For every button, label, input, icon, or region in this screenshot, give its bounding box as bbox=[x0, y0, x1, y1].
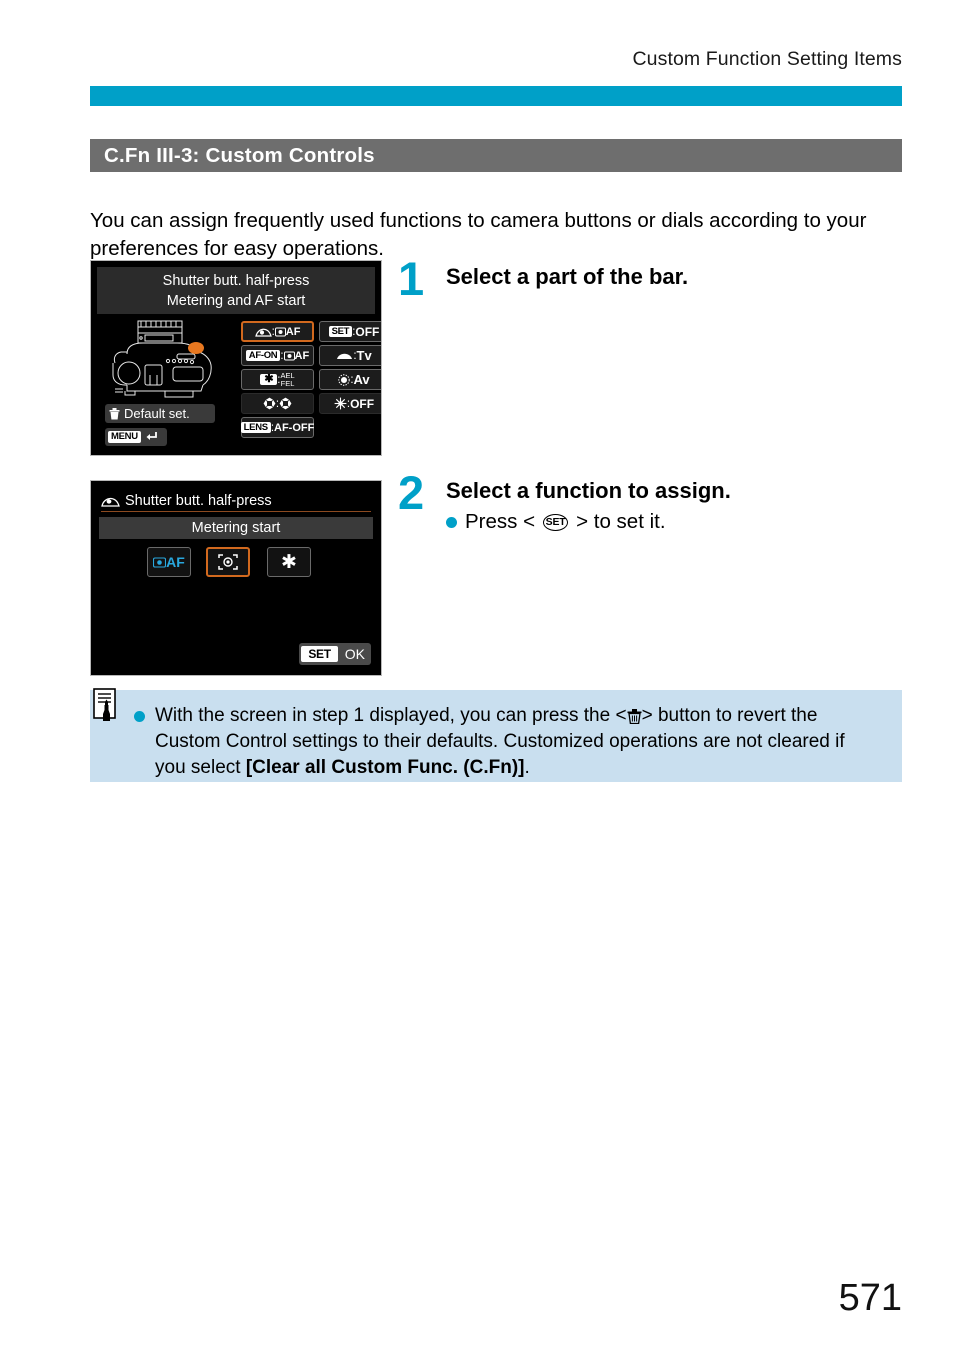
step-2-bullet: Press < SET > to set it. bbox=[446, 510, 666, 534]
camera-screen-function-assign: Shutter butt. half-press Metering start … bbox=[90, 480, 382, 676]
bullet-dot-icon bbox=[446, 516, 457, 528]
intro-paragraph: You can assign frequently used functions… bbox=[90, 208, 867, 260]
screen2-set-ok-button[interactable]: SET OK bbox=[299, 643, 371, 665]
grid-value-qcd: Av bbox=[353, 372, 370, 387]
shutter-half-press-icon bbox=[254, 328, 272, 337]
camera-screen-custom-controls: Shutter butt. half-press Metering and AF… bbox=[90, 260, 382, 456]
note-bold-reference: [Clear all Custom Func. (C.Fn)] bbox=[245, 757, 525, 778]
grid-cell-set-button[interactable]: SET : OFF bbox=[319, 321, 381, 342]
screen1-default-set-label: Default set. bbox=[124, 406, 190, 421]
grid-cell-main-dial[interactable]: : Tv bbox=[319, 345, 381, 366]
return-arrow-icon bbox=[146, 432, 157, 440]
grid-value-main-dial: Tv bbox=[356, 348, 372, 363]
note-body: With the screen in step 1 displayed, you… bbox=[134, 703, 876, 781]
shutter-half-press-icon bbox=[101, 497, 120, 507]
trash-icon bbox=[627, 709, 642, 724]
step-2-number: 2 bbox=[398, 466, 425, 519]
grid-key-set: SET bbox=[328, 325, 353, 338]
page-number: 571 bbox=[838, 1277, 902, 1319]
screen1-default-set-button[interactable]: Default set. bbox=[105, 404, 215, 423]
option-label-af: AF bbox=[166, 554, 185, 570]
screen2-ok-label: OK bbox=[344, 646, 365, 662]
ae-lock-star-icon: ✱ bbox=[260, 374, 278, 385]
screen2-set-label: SET bbox=[301, 646, 338, 662]
grid-cell-dof-preview-button[interactable]: : bbox=[241, 393, 314, 414]
multi-controller-icon bbox=[334, 397, 347, 410]
metering-start-icon bbox=[218, 554, 238, 570]
aperture-icon bbox=[263, 397, 276, 410]
option-ae-lock[interactable]: ✱ bbox=[267, 547, 311, 577]
grid-key-af-on: AF-ON bbox=[245, 349, 281, 362]
grid-value-ael-fel: AEL FEL bbox=[280, 370, 295, 388]
screen1-menu-button[interactable]: MENU bbox=[105, 428, 167, 446]
shutter-button-highlight bbox=[188, 342, 204, 354]
note-text-part3: . bbox=[524, 757, 530, 778]
camera-top-view-illustration bbox=[112, 320, 212, 398]
note-pencil-icon bbox=[93, 688, 116, 721]
metering-af-icon bbox=[274, 327, 286, 336]
step-2-heading: Select a function to assign. bbox=[446, 478, 731, 503]
note-callout-box: With the screen in step 1 displayed, you… bbox=[90, 688, 902, 782]
grid-key-lens: LENS bbox=[240, 421, 271, 434]
grid-cell-af-on-button[interactable]: AF-ON : AF bbox=[241, 345, 314, 366]
section-title-label: C.Fn III-3: Custom Controls bbox=[104, 143, 375, 167]
grid-cell-quick-control-dial[interactable]: : Av bbox=[319, 369, 381, 390]
grid-value-1: AF bbox=[285, 325, 301, 338]
step-1-number: 1 bbox=[398, 252, 425, 305]
screen2-header: Shutter butt. half-press bbox=[101, 490, 371, 512]
grid-value-set: OFF bbox=[355, 324, 380, 339]
grid-value-lens: AF-OFF bbox=[274, 421, 315, 434]
grid-value-multi: OFF bbox=[350, 396, 375, 411]
metering-af-icon bbox=[283, 351, 295, 360]
grid-cell-shutter-button-half-press[interactable]: : AF bbox=[241, 321, 314, 342]
screen1-title-line1: Shutter butt. half-press bbox=[162, 272, 310, 289]
metering-af-icon bbox=[153, 556, 167, 568]
main-dial-icon bbox=[337, 353, 353, 359]
grid-value-2: AF bbox=[294, 349, 310, 362]
set-button-icon: SET bbox=[543, 513, 569, 531]
aperture-icon bbox=[279, 397, 292, 410]
option-metering-start[interactable] bbox=[206, 547, 250, 577]
ae-lock-star-icon: ✱ bbox=[281, 551, 297, 573]
step-2-bullet-post: > to set it. bbox=[576, 510, 666, 533]
section-title-band: C.Fn III-3: Custom Controls bbox=[90, 139, 902, 172]
step-2-bullet-pre: Press < bbox=[465, 510, 536, 533]
grid-cell-multi-controller[interactable]: : OFF bbox=[319, 393, 381, 414]
screen1-title-line2: Metering and AF start bbox=[166, 292, 306, 309]
running-head: Custom Function Setting Items bbox=[632, 48, 902, 70]
step-1-heading: Select a part of the bar. bbox=[446, 264, 689, 289]
note-text: With the screen in step 1 displayed, you… bbox=[155, 703, 876, 781]
screen1-titlebar: Shutter butt. half-press Metering and AF… bbox=[97, 267, 375, 314]
option-metering-and-af-start[interactable]: AF bbox=[147, 547, 191, 577]
trash-icon bbox=[109, 407, 120, 419]
step-1: 1 Select a part of the bar. bbox=[398, 252, 898, 328]
bullet-dot-icon bbox=[134, 711, 145, 722]
quick-control-dial-icon bbox=[338, 373, 351, 386]
step-2: 2 Select a function to assign. Press < S… bbox=[398, 466, 898, 552]
header-accent-bar bbox=[90, 86, 902, 106]
grid-cell-ae-lock-button[interactable]: ✱ : AEL FEL bbox=[241, 369, 314, 390]
note-text-part1: With the screen in step 1 displayed, you… bbox=[155, 705, 627, 726]
screen1-menu-label: MENU bbox=[108, 431, 141, 443]
screen2-subheader: Metering start bbox=[99, 517, 373, 539]
grid-cell-lens-af-stop[interactable]: LENS : AF-OFF bbox=[240, 417, 315, 438]
screen2-header-label: Shutter butt. half-press bbox=[125, 492, 272, 509]
